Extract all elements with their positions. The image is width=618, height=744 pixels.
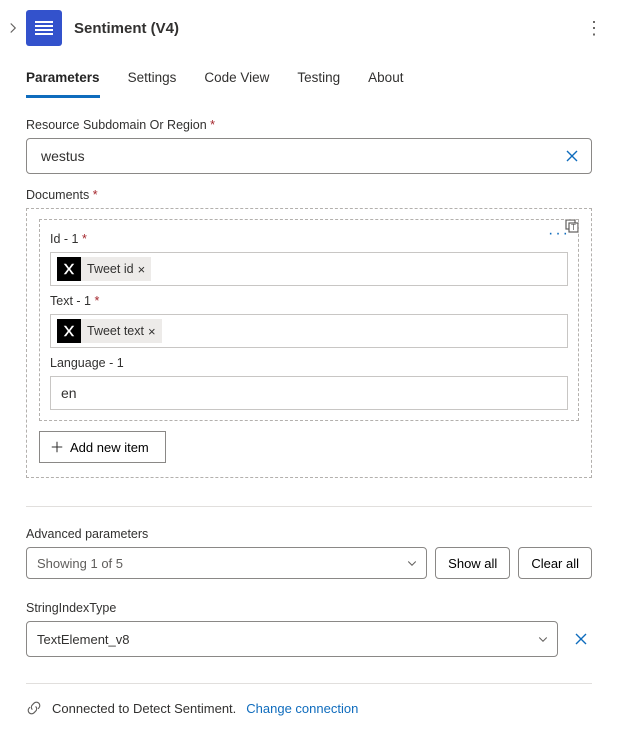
string-index-label: StringIndexType — [26, 601, 592, 615]
required-asterisk: * — [93, 188, 98, 202]
advanced-showing-text: Showing 1 of 5 — [37, 556, 123, 571]
remove-token-icon[interactable]: × — [148, 324, 156, 339]
resource-label: Resource Subdomain Or Region * — [26, 118, 592, 132]
connection-icon — [26, 700, 42, 716]
language-field[interactable]: en — [50, 376, 568, 410]
resource-input-wrap — [26, 138, 592, 174]
resource-input[interactable] — [39, 147, 561, 165]
clear-all-button[interactable]: Clear all — [518, 547, 592, 579]
connected-text: Connected to Detect Sentiment. — [52, 701, 236, 716]
text-label: Text - 1 * — [50, 294, 568, 308]
string-index-select[interactable]: TextElement_v8 — [26, 621, 558, 657]
required-asterisk: * — [210, 118, 215, 132]
remove-token-icon[interactable]: × — [138, 262, 146, 277]
tweet-id-token[interactable]: Tweet id × — [57, 257, 151, 281]
chevron-down-icon — [537, 633, 549, 645]
tab-about[interactable]: About — [368, 70, 403, 98]
x-logo-icon — [57, 257, 81, 281]
id-label: Id - 1 * — [50, 232, 568, 246]
tweet-id-token-label: Tweet id — [87, 262, 134, 276]
item-menu-icon[interactable]: ··· — [548, 226, 570, 242]
tab-testing[interactable]: Testing — [297, 70, 340, 98]
advanced-label: Advanced parameters — [26, 527, 592, 541]
clear-string-index-icon[interactable] — [570, 628, 592, 650]
document-item-1: ··· Id - 1 * Tweet id × Text - 1 * — [39, 219, 579, 421]
clear-icon[interactable] — [561, 145, 583, 167]
tweet-text-token[interactable]: Tweet text × — [57, 319, 162, 343]
action-icon — [26, 10, 62, 46]
documents-container: T ··· Id - 1 * Tweet id × Text - — [26, 208, 592, 478]
page-title: Sentiment (V4) — [74, 20, 584, 37]
more-menu-icon[interactable]: ⋮ — [584, 19, 604, 37]
tab-parameters[interactable]: Parameters — [26, 70, 100, 98]
section-divider — [26, 506, 592, 507]
plus-icon — [50, 440, 64, 454]
add-new-item-label: Add new item — [70, 440, 149, 455]
documents-label: Documents * — [26, 188, 592, 202]
documents-label-text: Documents — [26, 188, 89, 202]
resource-label-text: Resource Subdomain Or Region — [26, 118, 207, 132]
add-new-item-button[interactable]: Add new item — [39, 431, 166, 463]
tab-bar: Parameters Settings Code View Testing Ab… — [0, 56, 618, 98]
tab-code-view[interactable]: Code View — [204, 70, 269, 98]
id-field[interactable]: Tweet id × — [50, 252, 568, 286]
footer-divider — [26, 683, 592, 684]
tab-settings[interactable]: Settings — [128, 70, 177, 98]
expand-chevron[interactable] — [6, 21, 20, 35]
chevron-down-icon — [406, 557, 418, 569]
tweet-text-token-label: Tweet text — [87, 324, 144, 338]
language-label: Language - 1 — [50, 356, 568, 370]
change-connection-link[interactable]: Change connection — [246, 701, 358, 716]
x-logo-icon — [57, 319, 81, 343]
advanced-showing-select[interactable]: Showing 1 of 5 — [26, 547, 427, 579]
show-all-button[interactable]: Show all — [435, 547, 510, 579]
language-value: en — [61, 385, 77, 401]
string-index-value: TextElement_v8 — [37, 632, 130, 647]
text-field[interactable]: Tweet text × — [50, 314, 568, 348]
